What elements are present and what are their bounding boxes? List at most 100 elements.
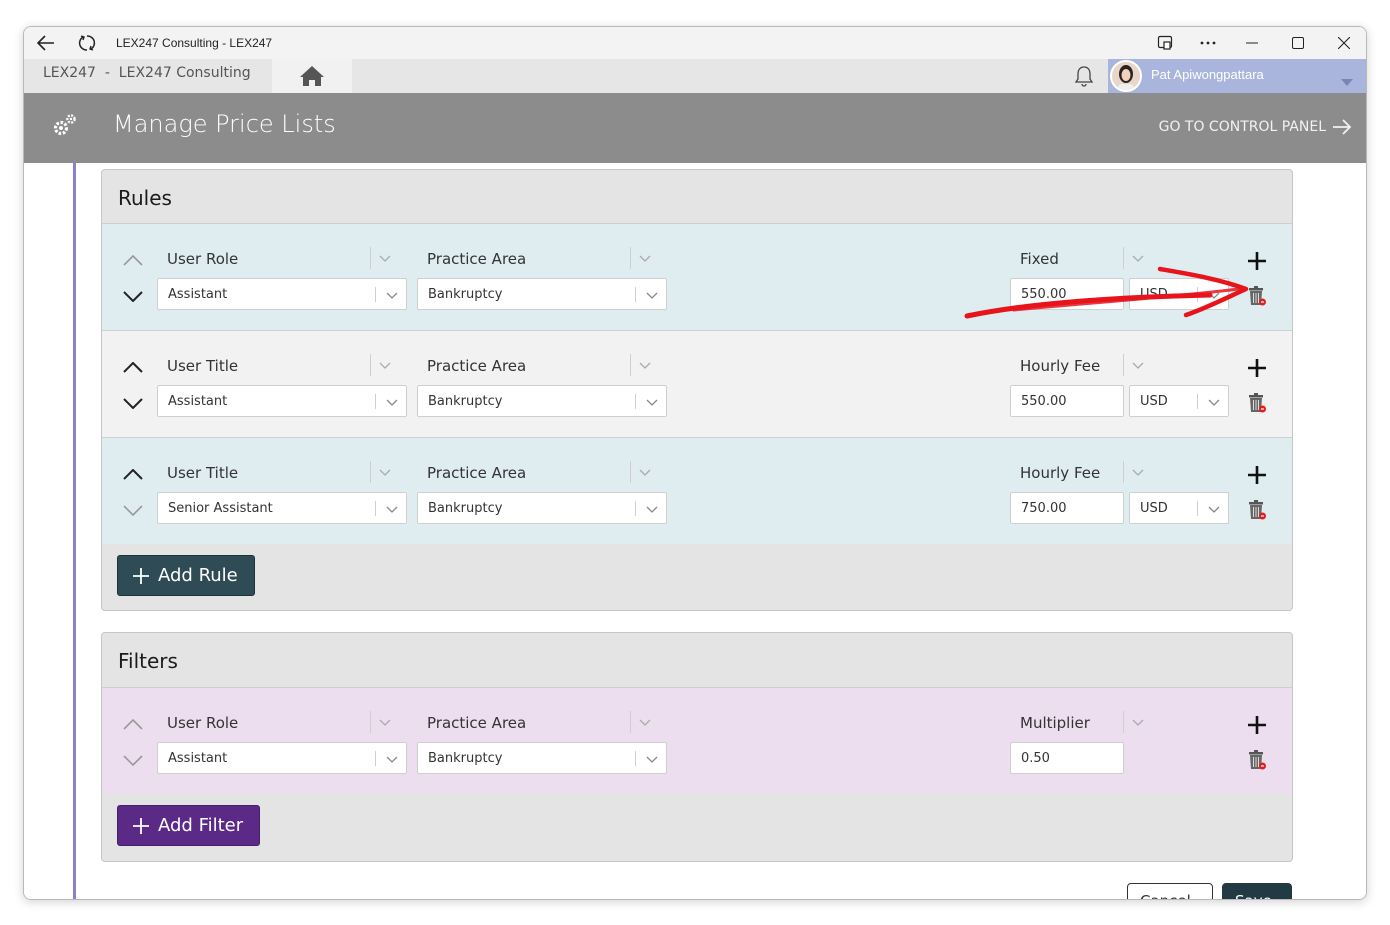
practice-area-selector[interactable] (630, 247, 658, 269)
title-bar: LEX247 Consulting - LEX247 (24, 27, 1366, 59)
save-button[interactable]: Save (1222, 883, 1292, 899)
chevron-down-icon (1341, 73, 1353, 91)
fee-amount-input[interactable]: 750.00 (1010, 492, 1124, 524)
filter-row: User Role Assistant Practice Area Bankru… (102, 687, 1292, 794)
cast-icon[interactable] (1153, 31, 1177, 55)
delete-icon[interactable] (1245, 284, 1269, 308)
move-up-button[interactable] (120, 356, 146, 378)
practice-area-select[interactable]: Bankruptcy (417, 278, 667, 310)
cancel-button[interactable]: Cancel (1127, 883, 1213, 899)
user-name: Pat Apiwongpattara (1151, 67, 1264, 82)
add-icon[interactable] (1245, 463, 1269, 487)
filter-type-value: Assistant (168, 751, 228, 766)
fee-type-selector[interactable] (1123, 354, 1151, 376)
currency-select[interactable]: USD (1129, 385, 1229, 417)
move-down-button[interactable] (120, 499, 146, 521)
practice-area-label: Practice Area (427, 714, 527, 732)
user-menu[interactable]: Pat Apiwongpattara (1108, 59, 1366, 93)
practice-area-selector[interactable] (630, 354, 658, 376)
practice-area-value: Bankruptcy (428, 287, 503, 302)
currency-value: USD (1140, 287, 1168, 302)
rule-type-select[interactable]: Senior Assistant (157, 492, 407, 524)
fee-type-label: Fixed (1020, 250, 1059, 268)
chevron-down-icon (1206, 502, 1222, 516)
back-arrow-icon[interactable] (34, 31, 58, 55)
chevron-down-icon (1206, 288, 1222, 302)
multiplier-value: 0.50 (1021, 751, 1050, 766)
currency-select[interactable]: USD (1129, 492, 1229, 524)
filter-type-label: User Role (167, 714, 239, 732)
rule-type-select[interactable]: Assistant (157, 385, 407, 417)
breadcrumb[interactable]: LEX247 - LEX247 Consulting (43, 65, 251, 81)
add-icon[interactable] (1245, 713, 1269, 737)
maximize-icon[interactable] (1286, 31, 1310, 55)
fee-type-label: Hourly Fee (1020, 357, 1101, 375)
add-icon[interactable] (1245, 356, 1269, 380)
home-tab[interactable] (272, 59, 352, 93)
fee-amount-input[interactable]: 550.00 (1010, 385, 1124, 417)
avatar (1110, 60, 1142, 92)
window-title: LEX247 Consulting - LEX247 (116, 36, 273, 50)
control-panel-link-label: GO TO CONTROL PANEL (1158, 119, 1326, 135)
more-options-icon[interactable] (1196, 31, 1220, 55)
chevron-down-icon (384, 752, 400, 766)
rules-panel: Rules User Role Assistant Practice Area (101, 169, 1293, 611)
close-icon[interactable] (1332, 31, 1356, 55)
rule-type-label: User Role (167, 250, 239, 268)
rule-type-selector[interactable] (370, 354, 398, 376)
move-up-button[interactable] (120, 713, 146, 735)
move-up-button[interactable] (120, 463, 146, 485)
practice-area-selector[interactable] (630, 711, 658, 733)
rule-type-selector[interactable] (370, 247, 398, 269)
gears-icon (51, 112, 79, 143)
minimize-icon[interactable] (1240, 31, 1264, 55)
go-to-control-panel-link[interactable]: GO TO CONTROL PANEL (1159, 118, 1352, 136)
add-filter-button[interactable]: Add Filter (117, 805, 261, 846)
fee-amount-value: 550.00 (1021, 394, 1067, 409)
move-down-button[interactable] (120, 392, 146, 414)
chevron-down-icon (644, 752, 660, 766)
top-nav-bar: LEX247 - LEX247 Consulting Pat Apiwongpa… (24, 59, 1366, 93)
home-icon (300, 66, 324, 86)
currency-select[interactable]: USD (1129, 278, 1229, 310)
multiplier-type-selector[interactable] (1123, 711, 1151, 733)
rule-type-selector[interactable] (370, 461, 398, 483)
rule-type-value: Senior Assistant (168, 501, 273, 516)
delete-icon[interactable] (1245, 498, 1269, 522)
practice-area-select[interactable]: Bankruptcy (417, 492, 667, 524)
practice-area-select[interactable]: Bankruptcy (417, 742, 667, 774)
practice-area-value: Bankruptcy (428, 751, 503, 766)
move-down-button[interactable] (120, 749, 146, 771)
rule-type-select[interactable]: Assistant (157, 278, 407, 310)
rules-title: Rules (118, 186, 172, 210)
filter-type-selector[interactable] (370, 711, 398, 733)
move-down-button[interactable] (120, 285, 146, 307)
chevron-down-icon (1206, 395, 1222, 409)
move-up-button[interactable] (120, 249, 146, 271)
add-icon[interactable] (1245, 249, 1269, 273)
fee-type-label: Hourly Fee (1020, 464, 1101, 482)
filters-title: Filters (118, 649, 178, 673)
fee-type-selector[interactable] (1123, 461, 1151, 483)
fee-amount-input[interactable]: 550.00 (1010, 278, 1124, 310)
chevron-down-icon (384, 502, 400, 516)
rule-type-value: Assistant (168, 287, 228, 302)
notification-bell-icon[interactable] (1072, 64, 1096, 93)
delete-icon[interactable] (1245, 748, 1269, 772)
refresh-icon[interactable] (75, 31, 99, 55)
practice-area-selector[interactable] (630, 461, 658, 483)
add-rule-button[interactable]: Add Rule (117, 555, 255, 596)
fee-type-selector[interactable] (1123, 247, 1151, 269)
multiplier-label: Multiplier (1020, 714, 1090, 732)
rule-type-label: User Title (167, 357, 239, 375)
page-title: Manage Price Lists (113, 110, 336, 138)
practice-area-value: Bankruptcy (428, 394, 503, 409)
chevron-down-icon (644, 502, 660, 516)
delete-icon[interactable] (1245, 391, 1269, 415)
practice-area-select[interactable]: Bankruptcy (417, 385, 667, 417)
plus-icon (133, 567, 149, 584)
filter-type-select[interactable]: Assistant (157, 742, 407, 774)
chevron-down-icon (644, 395, 660, 409)
app-window: LEX247 Consulting - LEX247 LEX247 - LEX2… (23, 26, 1367, 900)
multiplier-input[interactable]: 0.50 (1010, 742, 1124, 774)
